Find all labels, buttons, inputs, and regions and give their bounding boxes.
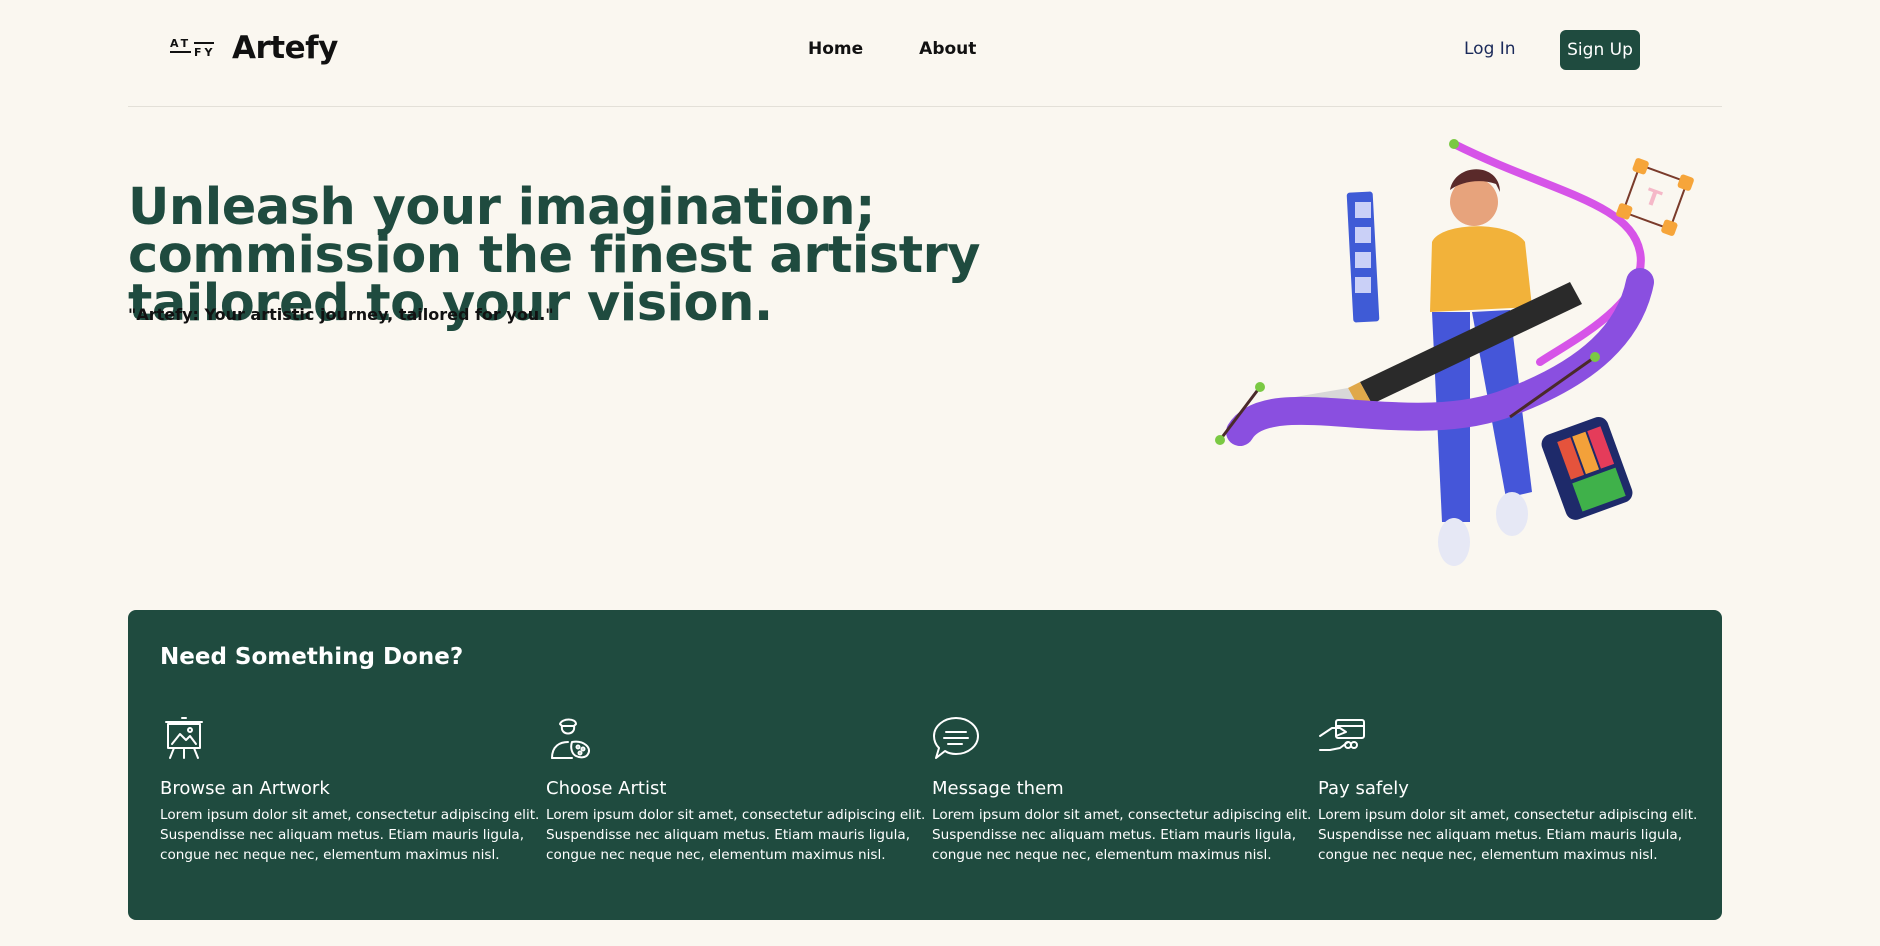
step-card-pay: Pay safely Lorem ipsum dolor sit amet, c…	[1318, 714, 1698, 865]
step-card-message: Message them Lorem ipsum dolor sit amet,…	[932, 714, 1312, 865]
hero-tagline: "Artefy: Your artistic journey, tailored…	[128, 305, 554, 324]
login-link[interactable]: Log In	[1464, 39, 1516, 59]
step-title: Pay safely	[1318, 778, 1409, 799]
artist-icon	[546, 714, 594, 762]
chat-bubble-icon	[932, 714, 980, 762]
site-header: AT FY Artefy Home About Log In Sign Up	[128, 0, 1722, 107]
step-text: Lorem ipsum dolor sit amet, consectetur …	[932, 807, 1312, 863]
nav-link-home[interactable]: Home	[808, 39, 863, 59]
step-card-browse: Browse an Artwork Lorem ipsum dolor sit …	[160, 714, 540, 865]
logo[interactable]: AT FY Artefy	[170, 30, 338, 66]
logo-mark-icon: AT FY	[170, 37, 216, 59]
step-text: Lorem ipsum dolor sit amet, consectetur …	[1318, 807, 1698, 863]
signup-button[interactable]: Sign Up	[1560, 30, 1640, 70]
step-title: Browse an Artwork	[160, 778, 330, 799]
brand-name: Artefy	[232, 30, 338, 66]
panel-heading: Need Something Done?	[160, 644, 464, 670]
card-payment-icon	[1318, 714, 1366, 762]
svg-text:T: T	[1641, 185, 1664, 214]
step-text: Lorem ipsum dolor sit amet, consectetur …	[546, 807, 926, 863]
step-text: Lorem ipsum dolor sit amet, consectetur …	[160, 807, 540, 863]
how-it-works-panel: Need Something Done? Browse an Artwork L…	[128, 610, 1722, 920]
hero-illustration: T	[1210, 132, 1710, 582]
main-nav: Home About	[808, 39, 976, 59]
easel-icon	[160, 714, 208, 762]
step-title: Choose Artist	[546, 778, 667, 799]
step-card-choose-artist: Choose Artist Lorem ipsum dolor sit amet…	[546, 714, 926, 865]
step-title: Message them	[932, 778, 1064, 799]
nav-link-about[interactable]: About	[919, 39, 976, 59]
